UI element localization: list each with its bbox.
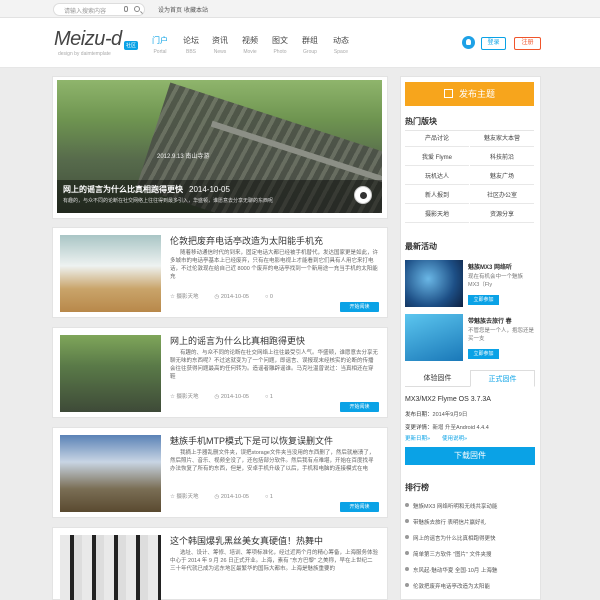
hero-title[interactable]: 网上的谣言为什么比真相跑得更快 2014-10-05 [63, 184, 230, 195]
nav-space[interactable]: 动态 Space [333, 35, 349, 55]
post-date: ◷ 2014-10-05 [214, 494, 249, 500]
events-title: 最新活动 [405, 242, 437, 251]
nav-portal[interactable]: 门户 Portal [152, 35, 168, 55]
hot-forums-title: 热门版块 [405, 117, 437, 126]
event-desc: 不管您是一个人，抱怨还是买一支 [468, 328, 535, 342]
qq-login-icon[interactable] [462, 36, 475, 49]
post-meta: ☆ 摄影天地 ◷ 2014-10-05 ○ 1 [170, 392, 289, 400]
logo-badge: 社区 [124, 41, 139, 50]
read-more-button[interactable]: 开始阅读 [340, 502, 379, 512]
post-author[interactable]: ☆ 摄影天地 [170, 394, 206, 400]
set-homepage-link[interactable]: 设为首页 [158, 5, 182, 14]
post-meta: ☆ 摄影天地 ◷ 2014-10-05 ○ 1 [170, 492, 289, 500]
event-item: 魅族MX3 网络听 现在有机会中一个魅族MX3（Fly 立即参加 [405, 260, 535, 308]
forum-link[interactable]: 魅友广场 [470, 169, 534, 185]
post-comments[interactable]: ○ 0 [265, 294, 281, 300]
join-event-button[interactable]: 立即参加 [468, 349, 499, 359]
nav-bbs[interactable]: 论坛 BBS [183, 35, 199, 55]
event-item: 带魅族去旅行 春 不管您是一个人，抱怨还是买一支 立即参加 [405, 314, 535, 362]
event-desc: 现在有机会中一个魅族MX3（Fly [468, 274, 524, 288]
nav-group[interactable]: 群组 Group [302, 35, 318, 55]
ranking-item[interactable]: 伦敦把废弃电话亭改造为太阳能 [405, 582, 535, 590]
forum-link[interactable]: 资源分享 [470, 207, 534, 223]
post-card: 这个韩国爆乳黑丝美女真硬值！热舞中 选址、设计、筹修、培训、筹项标准化，经过近两… [52, 527, 388, 600]
bookmark-link[interactable]: 收藏本站 [184, 5, 208, 14]
forum-link[interactable]: 玩机达人 [405, 169, 469, 185]
register-button[interactable]: 注册 [514, 37, 541, 50]
post-author[interactable]: ☆ 摄影天地 [170, 294, 206, 300]
forum-link[interactable]: 魅友家大本营 [470, 131, 534, 147]
event-title[interactable]: 魅族MX3 网络听 [468, 262, 512, 271]
post-title[interactable]: 伦敦把废弃电话亭改造为太阳能手机充 [170, 234, 323, 247]
event-title[interactable]: 带魅族去旅行 春 [468, 316, 512, 325]
nav-news[interactable]: 资讯 News [212, 35, 228, 55]
post-card: 网上的谣言为什么比真相跑得更快 有趣的、与众不同的论断在社交网络上往往最受引人气… [52, 327, 388, 418]
post-date: ◷ 2014-10-05 [214, 394, 249, 400]
post-thumbnail[interactable] [60, 435, 161, 512]
forum-link[interactable]: 社区办公室 [470, 188, 534, 204]
post-card: 伦敦把废弃电话亭改造为太阳能手机充 随着移动通信时代的到来，固定电话大都已经被手… [52, 227, 388, 318]
firmware-date: 发布日期：2014年9月9日 [405, 412, 468, 418]
search-input[interactable]: 请输入搜索内容 [64, 6, 106, 15]
download-firmware-button[interactable]: 下载固件 [405, 447, 535, 465]
ranking-item[interactable]: 简单第三方软件 "图片" 文件夹搜 [405, 550, 535, 558]
post-title[interactable]: 魅族手机MTP模式下是可以恢复误删文件 [170, 434, 333, 447]
logo-subtitle: design by daimtemplate [58, 51, 111, 57]
post-comments[interactable]: ○ 1 [265, 394, 281, 400]
nav-movie[interactable]: 视频 Movie [242, 35, 258, 55]
ranking-item[interactable]: 网上的谣言为什么比真相跑得更快 [405, 534, 535, 542]
author-avatar[interactable] [354, 186, 372, 204]
post-thumbnail[interactable] [60, 335, 161, 412]
hero-photo-stamp: 2012.9.13 南山寺游 [157, 154, 210, 160]
join-event-button[interactable]: 立即参加 [468, 295, 499, 305]
microphone-icon[interactable] [124, 6, 128, 12]
site-logo[interactable]: Meizu-d [54, 28, 122, 51]
tab-stable-firmware[interactable]: 正式固件 [470, 370, 535, 387]
update-date-link[interactable]: 更新日期» [405, 434, 430, 442]
hero-date: 2014-10-05 [189, 185, 230, 194]
hot-forums-grid: 产品讨论 魅友家大本营 我爱 Flyme 科技前沿 玩机达人 魅友广场 新人报到… [405, 130, 534, 226]
edit-icon [443, 89, 453, 98]
forum-link[interactable]: 新人报到 [405, 188, 469, 204]
post-meta: ☆ 摄影天地 ◷ 2014-10-05 ○ 0 [170, 292, 289, 300]
firmware-tabs: 体验固件 正式固件 [405, 370, 535, 387]
firmware-title: MX3/MX2 Flyme OS 3.7.3A [405, 396, 491, 403]
instructions-link[interactable]: 使用说明» [442, 434, 467, 442]
ranking-title: 排行榜 [405, 483, 429, 492]
forum-link[interactable]: 科技前沿 [470, 150, 534, 166]
post-card: 魅族手机MTP模式下是可以恢复误删文件 我摘上手器乱删文件夹，误把storage… [52, 427, 388, 518]
ranking-item[interactable]: 带魅族去旅行 表明信片赢好礼 [405, 518, 535, 526]
post-date: ◷ 2014-10-05 [214, 294, 249, 300]
event-image[interactable] [405, 314, 463, 361]
post-thumbnail[interactable] [60, 235, 161, 312]
post-excerpt: 有趣的、与众不同的论断在社交网络上往往最受引人气。华盛顿，谁愿意去分享无聊无味的… [170, 350, 378, 380]
hero-slide[interactable]: 2012.9.13 南山寺游 网上的谣言为什么比真相跑得更快 2014-10-05… [57, 80, 382, 213]
ranking-item[interactable]: 东风起·魅动华夏 全国·10月 上海魅 [405, 566, 535, 574]
search-box[interactable]: 请输入搜索内容 [53, 3, 145, 16]
login-button[interactable]: 登录 [481, 37, 506, 50]
hero-excerpt: 有趣的，与众不同的论断在社交网络上往往得到最多引入，华盛顿，谁愿意去分享无聊的东… [63, 198, 274, 204]
ranking-item[interactable]: 魅族MX3 网络听明和无线共享动能 [405, 502, 535, 510]
post-thumbnail[interactable] [60, 535, 161, 600]
forum-link[interactable]: 产品讨论 [405, 131, 469, 147]
post-excerpt: 选址、设计、筹修、培训、筹项标准化，经过近两个月的精心筹备，上海服务体验中心于 … [170, 550, 378, 572]
forum-link[interactable]: 摄影天地 [405, 207, 469, 223]
post-title[interactable]: 网上的谣言为什么比真相跑得更快 [170, 334, 305, 347]
read-more-button[interactable]: 开始阅读 [340, 402, 379, 412]
event-image[interactable] [405, 260, 463, 307]
post-author[interactable]: ☆ 摄影天地 [170, 494, 206, 500]
post-excerpt: 我摘上手器乱删文件夹，误把storage文件夹当没用的东西删了，然后就崩溃了，然… [170, 450, 375, 472]
post-topic-button[interactable]: 发布主题 [405, 82, 534, 106]
post-comments[interactable]: ○ 1 [265, 494, 281, 500]
read-more-button[interactable]: 开始阅读 [340, 302, 379, 312]
firmware-notes: 变更详情：新增 升至Android 4.4.4 [405, 425, 489, 431]
post-title[interactable]: 这个韩国爆乳黑丝美女真硬值！热舞中 [170, 534, 323, 547]
forum-link[interactable]: 我爱 Flyme [405, 150, 469, 166]
search-icon[interactable] [134, 6, 140, 12]
nav-photo[interactable]: 图文 Photo [272, 35, 288, 55]
post-excerpt: 随着移动通信时代的到来，固定电话大都已经被手机替代，发达国家更是如此，许多城市的… [170, 250, 378, 280]
tab-beta-firmware[interactable]: 体验固件 [405, 370, 470, 387]
